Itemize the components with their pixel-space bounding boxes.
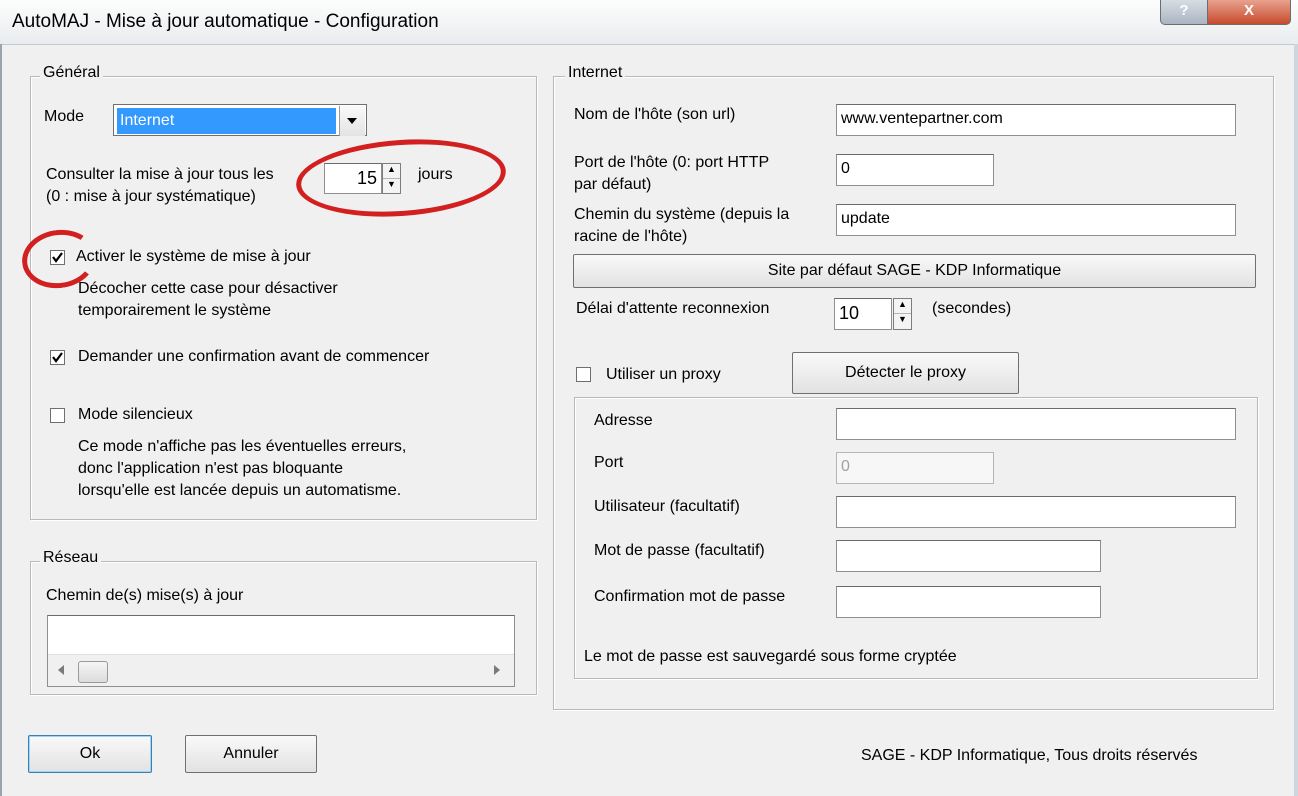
use-proxy-checkbox[interactable] — [576, 367, 591, 382]
ok-button-label: Ok — [79, 745, 101, 762]
port-label-line1: Port de l'hôte (0: port HTTP — [574, 154, 770, 171]
timeout-input[interactable]: 10 — [834, 298, 892, 330]
host-label: Nom de l'hôte (son url) — [574, 106, 736, 123]
proxy-confirm-label: Confirmation mot de passe — [594, 588, 786, 605]
port-label-line2: par défaut) — [574, 176, 652, 193]
silent-desc-line1: Ce mode n'affiche pas les éventuelles er… — [78, 438, 407, 455]
copyright-text: SAGE - KDP Informatique, Tous droits rés… — [861, 747, 1198, 764]
check-interval-hint: (0 : mise à jour systématique) — [46, 188, 256, 205]
timeout-stepper[interactable]: ▲ ▼ — [893, 298, 912, 330]
help-icon: ? — [1179, 2, 1189, 19]
close-icon: X — [1243, 2, 1254, 19]
proxy-confirm-input[interactable] — [836, 586, 1101, 618]
stepper-down-icon[interactable]: ▼ — [894, 314, 911, 329]
close-button[interactable]: X — [1207, 0, 1291, 25]
silent-desc-line3: lorsqu'elle est lancée depuis un automat… — [78, 482, 402, 499]
silent-label[interactable]: Mode silencieux — [78, 404, 193, 426]
port-input[interactable]: 0 — [836, 154, 994, 186]
check-interval-label: Consulter la mise à jour tous les — [46, 166, 274, 183]
detect-proxy-button-label: Détecter le proxy — [845, 364, 966, 381]
default-site-button[interactable]: Site par défaut SAGE - KDP Informatique — [573, 254, 1256, 288]
timeout-unit: (secondes) — [932, 300, 1012, 317]
confirm-checkbox[interactable] — [50, 350, 65, 365]
scroll-right-icon[interactable] — [494, 665, 500, 675]
path-label-line1: Chemin du système (depuis la — [574, 206, 790, 223]
mode-selected-value: Internet — [117, 108, 336, 134]
path-label-line2: racine de l'hôte) — [574, 228, 688, 245]
proxy-password-input[interactable] — [836, 540, 1101, 572]
proxy-password-label: Mot de passe (facultatif) — [594, 542, 765, 559]
system-path-input[interactable]: update — [836, 204, 1236, 236]
use-proxy-label[interactable]: Utiliser un proxy — [606, 364, 721, 386]
confirm-label[interactable]: Demander une confirmation avant de comme… — [78, 346, 429, 368]
update-path-list[interactable] — [47, 615, 515, 687]
general-group-title: Général — [40, 64, 103, 82]
password-encryption-note: Le mot de passe est sauvegardé sous form… — [584, 648, 957, 665]
silent-desc-line2: donc l'application n'est pas bloquante — [78, 460, 343, 477]
title-bar: AutoMAJ - Mise à jour automatique - Conf… — [0, 0, 1298, 45]
window-title: AutoMAJ - Mise à jour automatique - Conf… — [12, 11, 439, 32]
update-path-label: Chemin de(s) mise(s) à jour — [46, 587, 244, 604]
proxy-user-input[interactable] — [836, 496, 1236, 528]
proxy-user-label: Utilisateur (facultatif) — [594, 498, 740, 515]
detect-proxy-button[interactable]: Détecter le proxy — [792, 352, 1019, 394]
cancel-button[interactable]: Annuler — [185, 735, 317, 773]
network-group-title: Réseau — [40, 549, 102, 567]
activate-desc-line2: temporairement le système — [78, 302, 271, 319]
ok-button[interactable]: Ok — [28, 735, 152, 773]
scrollbar-thumb[interactable] — [78, 661, 108, 683]
cancel-button-label: Annuler — [223, 745, 279, 762]
internet-group-title: Internet — [565, 64, 626, 82]
default-site-button-label: Site par défaut SAGE - KDP Informatique — [767, 262, 1062, 279]
proxy-address-label: Adresse — [594, 412, 653, 429]
help-button[interactable]: ? — [1160, 0, 1208, 25]
silent-checkbox[interactable] — [50, 408, 65, 423]
stepper-up-icon[interactable]: ▲ — [894, 299, 911, 314]
mode-select[interactable]: Internet — [113, 104, 367, 136]
proxy-port-input[interactable]: 0 — [836, 452, 994, 484]
host-input[interactable]: www.ventepartner.com — [836, 104, 1236, 136]
chevron-down-icon[interactable] — [339, 106, 365, 136]
horizontal-scrollbar[interactable] — [48, 654, 514, 686]
proxy-address-input[interactable] — [836, 408, 1236, 440]
mode-label: Mode — [44, 108, 85, 125]
window-border-right — [1294, 44, 1298, 796]
window-border-left — [0, 44, 2, 796]
timeout-label: Délai d'attente reconnexion — [576, 300, 770, 317]
activate-desc-line1: Décocher cette case pour désactiver — [78, 280, 338, 297]
activate-label[interactable]: Activer le système de mise à jour — [76, 246, 311, 268]
scroll-left-icon[interactable] — [58, 665, 64, 675]
checkmark-icon — [52, 352, 63, 363]
proxy-port-label: Port — [594, 454, 624, 471]
